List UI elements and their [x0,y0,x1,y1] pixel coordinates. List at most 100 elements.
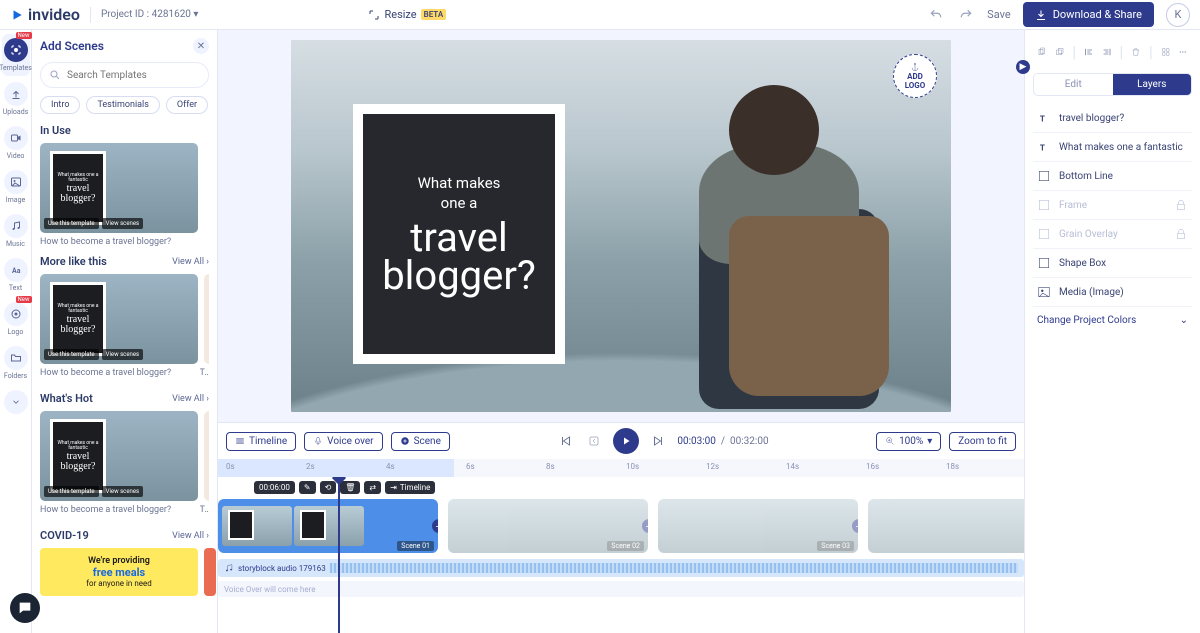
rail-collapse[interactable] [4,390,28,414]
canvas[interactable]: What makesone a travelblogger? ADDLOGO [291,40,951,412]
redo-button[interactable] [957,6,975,24]
align-left-icon[interactable] [1084,45,1094,59]
play-button[interactable] [613,428,639,454]
layer-shape-box[interactable]: Shape Box [1033,249,1192,278]
person-figure [654,85,905,412]
section-covid: COVID-19 [40,529,89,542]
undo-icon [929,8,943,22]
shape-icon [1037,198,1051,212]
search-templates[interactable] [40,62,209,88]
resize-button[interactable]: Resize BETA [368,8,446,21]
scene-edit[interactable]: ✎ [299,481,316,494]
frame-back-button[interactable] [585,432,603,450]
add-scene-button[interactable]: Scene [391,432,450,451]
align-right-icon[interactable] [1102,45,1112,59]
rail-music[interactable]: Music [2,210,30,252]
rail-folders[interactable]: Folders [2,342,30,384]
layer-frame[interactable]: Frame [1033,191,1192,220]
anchor-icon [910,62,920,72]
user-avatar[interactable]: K [1166,3,1190,27]
tab-layers[interactable]: Layers [1113,74,1192,95]
scene-time[interactable]: 00:06:00 [254,481,295,494]
tab-edit[interactable]: Edit [1034,74,1113,95]
scene-clip-1[interactable]: Scene 01 ⇥ [218,499,438,553]
scene-clip-4[interactable]: Scene 04⇥ [868,499,1024,553]
add-logo-placeholder[interactable]: ADDLOGO [893,54,937,98]
skip-forward-button[interactable] [649,432,667,450]
chevron-down-icon [11,397,21,407]
scene-timeline-link[interactable]: ⇥ Timeline [385,481,435,494]
transition-handle[interactable]: ⇥ [852,519,858,533]
promo-thumb-partial[interactable] [204,548,216,596]
project-id[interactable]: Project ID : 4281620 ▾ [101,9,199,20]
transition-handle[interactable]: ⇥ [432,519,438,533]
layer-media-image[interactable]: Media (Image) [1033,278,1192,307]
image-icon [1037,285,1051,299]
download-share-button[interactable]: Download & Share [1023,2,1154,27]
chat-icon [17,600,33,616]
layer-text-2[interactable]: TWhat makes one a fantastic [1033,133,1192,162]
layer-bottom-line[interactable]: Bottom Line [1033,162,1192,191]
chat-fab[interactable] [10,593,40,623]
scene-delete[interactable]: 🗑 [340,481,360,494]
zoom-to-fit-button[interactable]: Zoom to fit [949,432,1016,451]
text-card[interactable]: What makesone a travelblogger? [353,104,565,364]
template-thumb[interactable]: What makes one a fantastictravel blogger… [40,411,198,501]
rail-templates[interactable]: New Templates [2,34,30,76]
template-thumb-partial[interactable] [204,274,209,364]
zoom-dropdown[interactable]: 100% ▾ [876,432,941,451]
rail-video[interactable]: Video [2,122,30,164]
change-project-colors[interactable]: Change Project Colors⌄ [1033,307,1192,334]
template-thumb[interactable]: What makes one a fantastictravel blogger… [40,274,198,364]
rail-uploads[interactable]: Uploads [2,78,30,120]
ruler[interactable]: 0s 2s 4s 6s 8s 10s 12s 14s 16s 18s 20s 2… [218,459,1024,477]
view-all[interactable]: View All › [172,531,209,541]
upload-icon [10,88,22,100]
duplicate-icon[interactable] [1055,45,1065,59]
layer-text-1[interactable]: Ttravel blogger? [1033,104,1192,133]
lock-icon[interactable] [1174,227,1188,241]
chip-offer[interactable]: Offer [166,96,208,114]
more-icon[interactable] [1178,45,1188,59]
expand-right-icon[interactable]: ▶ [1016,60,1030,74]
search-input[interactable] [67,70,200,81]
zoom-icon [885,436,895,446]
template-thumb-partial[interactable] [204,411,209,501]
promo-thumb[interactable]: We're providing free meals for anyone in… [40,548,198,596]
lock-icon[interactable] [1174,198,1188,212]
brand-name: invideo [28,5,80,24]
svg-text:T: T [1040,114,1045,124]
ruler-highlight [218,459,454,477]
playhead[interactable] [338,477,340,633]
scene-duplicate[interactable]: ⟲ [320,481,337,494]
timeline-tab[interactable]: Timeline [226,432,296,451]
beta-badge: BETA [421,9,447,20]
transition-handle[interactable]: ⇥ [642,519,648,533]
layer-grain-overlay[interactable]: Grain Overlay [1033,220,1192,249]
rail-image[interactable]: Image [2,166,30,208]
nav-rail: New Templates Uploads Video Image Music … [0,30,32,633]
undo-button[interactable] [927,6,945,24]
view-all[interactable]: View All › [172,394,209,404]
save-button[interactable]: Save [987,8,1011,21]
skip-back-button[interactable] [557,432,575,450]
scene-clip-3[interactable]: Scene 03⇥ [658,499,858,553]
template-thumb[interactable]: What makes one a fantastictravel blogger… [40,143,198,233]
rail-text[interactable]: Aa Text [2,254,30,296]
view-all[interactable]: View All › [172,257,209,267]
scene-clip-2[interactable]: Scene 02⇥ [448,499,648,553]
right-panel: | | | Edit Layers Ttravel blogger? TWhat… [1024,30,1200,633]
grid-icon[interactable] [1161,45,1171,59]
video-icon [10,132,22,144]
voiceover-tab[interactable]: Voice over [304,432,382,451]
chip-intro[interactable]: Intro [40,96,80,114]
waveform [330,563,1018,573]
chip-testimonials[interactable]: Testimonials [86,96,159,114]
mic-icon [313,436,323,446]
rail-logo[interactable]: New Logo [2,298,30,340]
trash-icon[interactable] [1131,45,1141,59]
panel-close[interactable]: ✕ [193,38,209,54]
brand-logo[interactable]: invideo [10,5,80,24]
scene-swap[interactable]: ⇄ [364,481,381,494]
copy-icon[interactable] [1037,45,1047,59]
